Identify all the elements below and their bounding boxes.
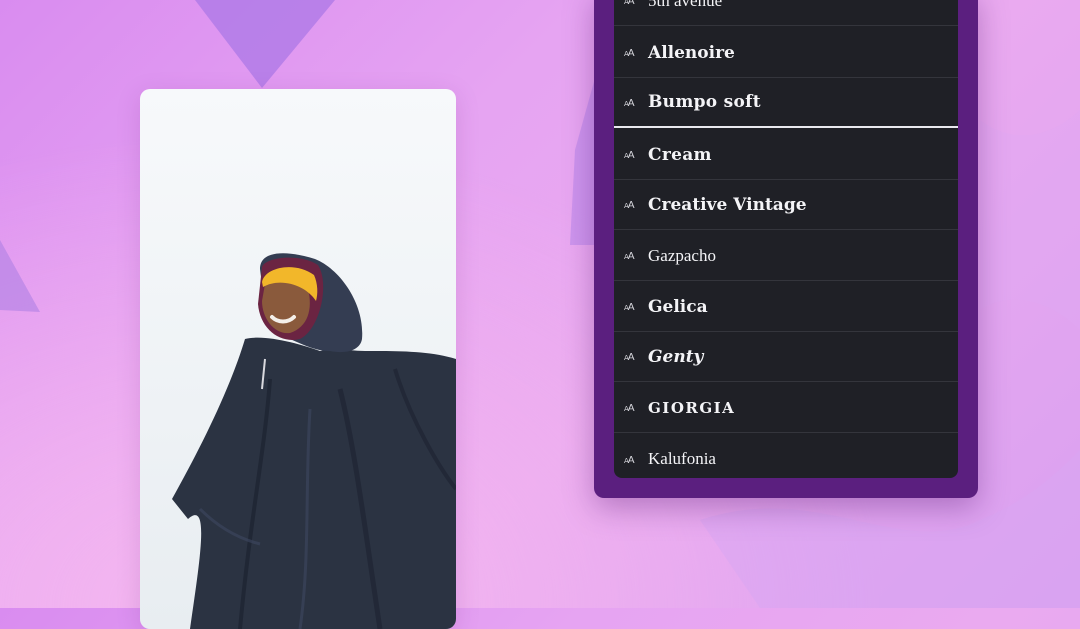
font-aa-icon: AA bbox=[624, 251, 635, 262]
photo-card bbox=[140, 89, 456, 629]
font-item-label: Kalufonia bbox=[648, 449, 716, 468]
font-aa-icon: AA bbox=[624, 403, 635, 414]
font-aa-icon: AA bbox=[624, 0, 635, 7]
font-item-giorgia[interactable]: AA GIORGIA bbox=[614, 383, 958, 433]
font-item-label: Gelica bbox=[648, 296, 708, 317]
font-item-5th-avenue[interactable]: AA 5th avenue bbox=[614, 0, 958, 26]
font-aa-icon: AA bbox=[624, 150, 635, 161]
font-aa-icon: AA bbox=[624, 352, 635, 363]
font-item-label: GIORGIA bbox=[648, 398, 736, 417]
font-item-genty[interactable]: AA Genty bbox=[614, 332, 958, 382]
font-item-label: Gazpacho bbox=[648, 245, 716, 265]
font-aa-icon: AA bbox=[624, 302, 635, 313]
font-picker-panel: AA 5th avenue AA Allenoire AA Bumpo soft… bbox=[594, 0, 978, 498]
font-aa-icon: AA bbox=[624, 48, 635, 59]
font-item-label: Cream bbox=[648, 144, 712, 165]
font-aa-icon: AA bbox=[624, 454, 635, 466]
font-item-label: Bumpo soft bbox=[648, 92, 761, 112]
font-aa-icon: AA bbox=[624, 97, 635, 109]
font-item-bumpo-soft[interactable]: AA Bumpo soft bbox=[614, 78, 958, 128]
person-photo bbox=[172, 253, 456, 629]
font-item-gelica[interactable]: AA Gelica bbox=[614, 282, 958, 332]
font-item-label: Genty bbox=[648, 346, 704, 367]
font-list[interactable]: AA 5th avenue AA Allenoire AA Bumpo soft… bbox=[614, 0, 958, 478]
font-item-cream[interactable]: AA Cream bbox=[614, 130, 958, 180]
font-item-label: Allenoire bbox=[648, 42, 735, 63]
font-item-allenoire[interactable]: AA Allenoire bbox=[614, 28, 958, 78]
font-item-label: 5th avenue bbox=[648, 0, 723, 10]
font-item-kalufonia[interactable]: AA Kalufonia bbox=[614, 434, 958, 478]
font-aa-icon: AA bbox=[624, 200, 635, 211]
font-item-creative-vintage[interactable]: AA Creative Vintage bbox=[614, 180, 958, 230]
font-item-gazpacho[interactable]: AA Gazpacho bbox=[614, 231, 958, 281]
font-item-label: Creative Vintage bbox=[648, 194, 807, 215]
